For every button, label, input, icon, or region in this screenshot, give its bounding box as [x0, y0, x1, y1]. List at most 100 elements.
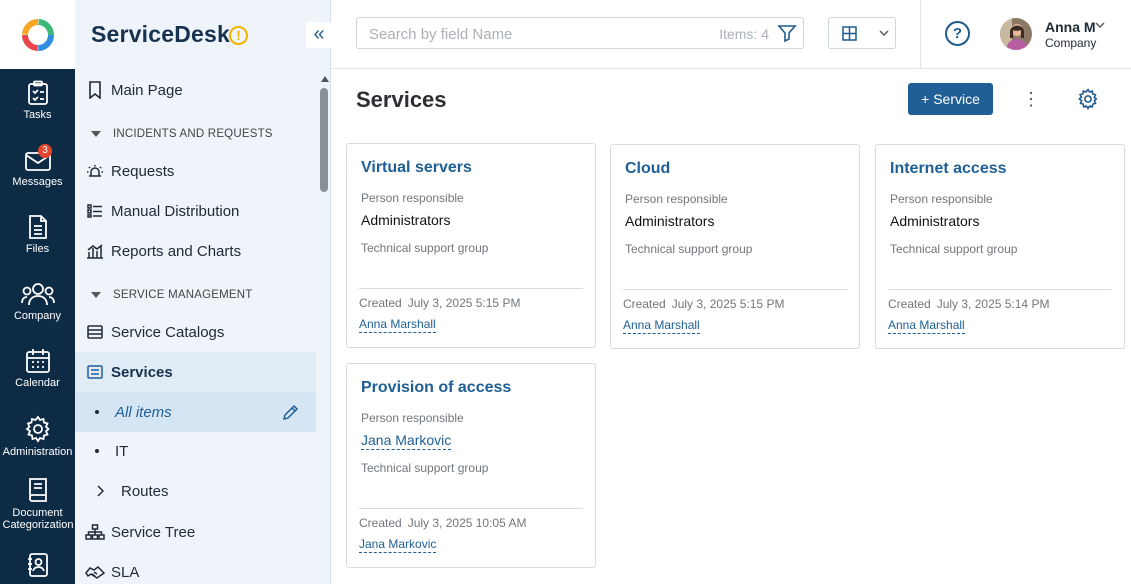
section-label-service: SERVICE MANAGEMENT — [113, 289, 253, 301]
nav-label-reports: Reports and Charts — [111, 242, 242, 260]
nav-label-services: Services — [111, 363, 173, 381]
messages-badge: 3 — [38, 144, 52, 158]
scroll-thumb[interactable] — [320, 88, 328, 192]
nav-scrollbar[interactable] — [317, 72, 331, 584]
add-service-button[interactable]: + Service — [908, 83, 993, 115]
created-label: Created — [888, 297, 931, 311]
nav-item-main-page[interactable]: Main Page — [75, 70, 316, 110]
gear-icon — [25, 415, 50, 443]
warning-icon[interactable]: ! — [229, 26, 248, 45]
created-info: Created July 3, 2025 5:15 PM — [623, 297, 784, 311]
author-link[interactable]: Jana Markovic — [359, 537, 437, 553]
bullet-icon — [95, 410, 99, 414]
bookmark-icon — [89, 81, 101, 99]
nav-label-sla: SLA — [111, 563, 140, 581]
service-card-provision-of-access[interactable]: Provision of access Person responsible J… — [346, 363, 596, 568]
rail-item-company[interactable]: Company — [0, 281, 75, 322]
catalog-icon — [87, 325, 103, 339]
created-info: Created July 3, 2025 5:14 PM — [888, 297, 1049, 311]
tech-group-label: Technical support group — [890, 242, 1018, 256]
bar-chart-icon — [87, 244, 103, 259]
nav-item-services[interactable]: Services — [75, 352, 316, 392]
rail-label-calendar: Calendar — [15, 377, 60, 389]
app-logo[interactable] — [0, 0, 75, 69]
handshake-icon — [85, 566, 105, 579]
rail-label-tasks: Tasks — [23, 109, 52, 121]
created-info: Created July 3, 2025 5:15 PM — [359, 296, 520, 310]
nav-item-routes[interactable]: Routes — [75, 471, 316, 511]
card-divider — [359, 508, 583, 509]
rail-label-document-categorization: Document Categorization — [2, 507, 74, 531]
card-divider — [623, 289, 847, 290]
rail-item-tasks[interactable]: Tasks — [0, 80, 75, 121]
rail-item-contacts[interactable] — [0, 552, 75, 581]
filter-icon[interactable] — [777, 23, 797, 43]
card-title[interactable]: Internet access — [890, 160, 1007, 178]
author-link[interactable]: Anna Marshall — [623, 318, 700, 334]
nav-item-requests[interactable]: Requests — [75, 151, 316, 191]
tree-icon — [85, 524, 105, 540]
card-divider — [359, 288, 583, 289]
contacts-icon — [27, 553, 48, 577]
nav-label-it: IT — [115, 442, 129, 460]
alarm-icon — [87, 165, 103, 177]
person-responsible-label: Person responsible — [890, 192, 993, 206]
nav-label-requests: Requests — [111, 162, 175, 180]
collapse-nav-button[interactable]: « — [306, 22, 332, 48]
search-input[interactable]: Search by field Name Items: 4 — [356, 17, 804, 49]
person-responsible-value: Administrators — [361, 212, 451, 228]
service-card-internet-access[interactable]: Internet access Person responsible Admin… — [875, 144, 1125, 349]
clipboard-icon — [27, 80, 48, 105]
rail-item-document-categorization[interactable]: Document Categorization — [0, 476, 75, 531]
author-link[interactable]: Anna Marshall — [359, 317, 436, 333]
rail-item-files[interactable]: Files — [0, 214, 75, 255]
nav-label-main-page: Main Page — [111, 81, 183, 99]
view-mode-button[interactable] — [828, 17, 896, 49]
created-label: Created — [359, 516, 402, 530]
nav-label-all-items: All items — [115, 403, 172, 421]
tech-group-label: Technical support group — [361, 461, 489, 475]
created-label: Created — [359, 296, 402, 310]
users-icon — [20, 283, 55, 306]
section-incidents[interactable]: INCIDENTS AND REQUESTS — [91, 128, 273, 140]
avatar[interactable] — [1000, 18, 1032, 50]
nav-item-manual-distribution[interactable]: Manual Distribution — [75, 191, 316, 231]
card-title[interactable]: Virtual servers — [361, 159, 472, 177]
nav-item-reports[interactable]: Reports and Charts — [75, 231, 316, 271]
calendar-icon — [25, 349, 50, 373]
person-responsible-label: Person responsible — [361, 411, 464, 425]
rail-item-messages[interactable]: 3 Messages — [0, 144, 75, 188]
help-button[interactable]: ? — [945, 21, 970, 46]
service-card-cloud[interactable]: Cloud Person responsible Administrators … — [610, 144, 860, 349]
person-responsible-value: Administrators — [890, 213, 980, 229]
nav-item-sla[interactable]: SLA — [75, 552, 316, 584]
nav-item-all-items[interactable]: All items — [75, 392, 316, 432]
chevron-down-icon — [91, 131, 101, 137]
rail-item-calendar[interactable]: Calendar — [0, 348, 75, 389]
nav-label-service-catalogs: Service Catalogs — [111, 323, 225, 341]
service-card-virtual-servers[interactable]: Virtual servers Person responsible Admin… — [346, 143, 596, 348]
more-options-icon[interactable]: ⋮ — [1022, 88, 1040, 110]
rail-item-administration[interactable]: Administration — [0, 415, 75, 458]
search-placeholder: Search by field Name — [369, 26, 513, 43]
user-name[interactable]: Anna M — [1045, 19, 1096, 35]
services-icon — [87, 365, 103, 379]
top-bar: Search by field Name Items: 4 ? Anna M C… — [332, 0, 1131, 69]
author-link[interactable]: Anna Marshall — [888, 318, 965, 334]
card-title[interactable]: Cloud — [625, 160, 670, 178]
settings-gear-icon[interactable] — [1077, 88, 1099, 110]
pencil-icon[interactable] — [282, 404, 299, 421]
created-info: Created July 3, 2025 10:05 AM — [359, 516, 526, 530]
scroll-up-icon[interactable] — [321, 76, 329, 82]
person-responsible-link[interactable]: Jana Markovic — [361, 432, 452, 450]
card-title[interactable]: Provision of access — [361, 379, 511, 397]
nav-item-it[interactable]: IT — [75, 431, 316, 471]
person-responsible-value: Administrators — [625, 213, 715, 229]
section-service-management[interactable]: SERVICE MANAGEMENT — [91, 289, 253, 301]
chevron-down-icon — [91, 292, 101, 298]
top-divider — [920, 0, 921, 68]
nav-item-service-tree[interactable]: Service Tree — [75, 512, 316, 552]
chevron-down-icon[interactable] — [1095, 22, 1105, 29]
file-icon — [28, 215, 47, 239]
nav-item-service-catalogs[interactable]: Service Catalogs — [75, 312, 316, 352]
